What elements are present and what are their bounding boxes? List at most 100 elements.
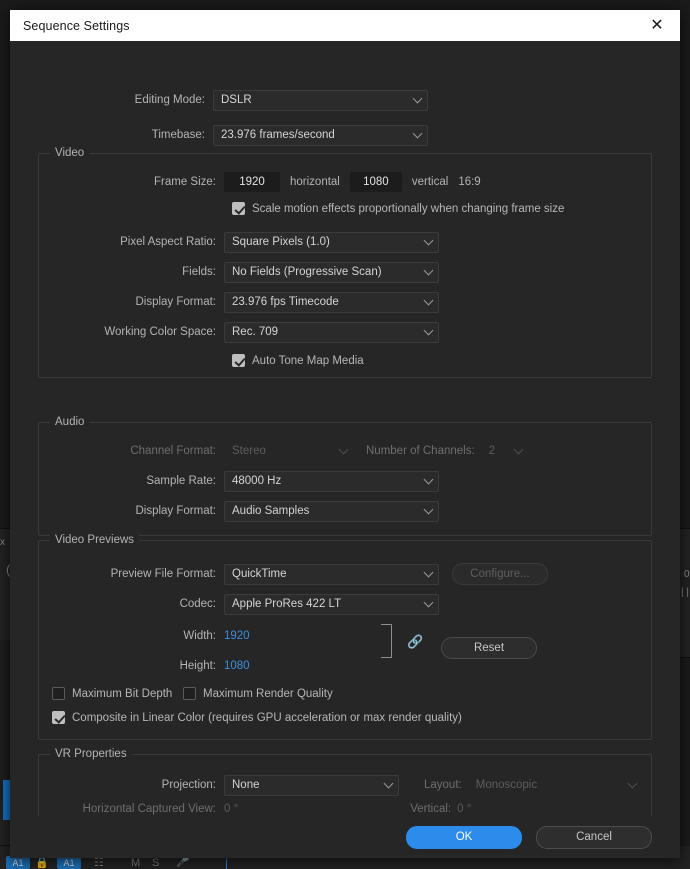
scale-motion-checkbox[interactable]: [232, 202, 245, 215]
editing-mode-label: Editing Mode:: [134, 94, 205, 106]
chevron-down-icon: [423, 325, 434, 336]
fields-select[interactable]: No Fields (Progressive Scan): [224, 261, 439, 283]
video-previews-group-legend: Video Previews: [50, 534, 140, 546]
timebase-select[interactable]: 23.976 frames/second: [213, 124, 428, 146]
timebase-row: Timebase: 23.976 frames/second: [10, 124, 680, 146]
frame-size-row: Frame Size: 1920 horizontal 1080 vertica…: [39, 172, 651, 192]
chevron-down-icon: [383, 778, 394, 789]
chain-link-icon[interactable]: 🔗: [407, 635, 423, 648]
projection-row: Projection: None Layout: Monoscopic: [39, 774, 651, 796]
bg-mic-icon: 🎤: [176, 856, 190, 868]
editing-mode-value: DSLR: [221, 94, 252, 106]
editing-mode-row: Editing Mode: DSLR: [10, 89, 680, 111]
max-render-quality-label: Maximum Render Quality: [203, 687, 333, 700]
bg-zero-glyph: 0: [684, 569, 690, 580]
close-icon[interactable]: ✕: [642, 12, 672, 40]
chevron-down-icon: [627, 778, 638, 789]
preview-file-format-value: QuickTime: [232, 568, 287, 580]
timebase-label: Timebase:: [151, 129, 205, 141]
composite-linear-label: Composite in Linear Color (requires GPU …: [72, 711, 462, 724]
pixel-aspect-ratio-label: Pixel Aspect Ratio:: [120, 236, 216, 248]
layout-label: Layout:: [424, 779, 462, 791]
working-color-space-label: Working Color Space:: [104, 326, 216, 338]
video-display-format-label: Display Format:: [135, 296, 216, 308]
channel-format-select: Stereo: [224, 441, 354, 462]
bg-close-glyph: x: [0, 537, 5, 548]
horizontal-captured-view-row: Horizontal Captured View: 0 ° Vertical: …: [39, 799, 651, 816]
video-display-format-row: Display Format: 23.976 fps Timecode: [39, 291, 651, 313]
auto-tone-map-row: Auto Tone Map Media: [232, 354, 364, 367]
horizontal-captured-view-label: Horizontal Captured View:: [82, 803, 216, 815]
sample-rate-select[interactable]: 48000 Hz: [224, 470, 439, 492]
fields-value: No Fields (Progressive Scan): [232, 266, 382, 278]
vertical-captured-label: Vertical:: [410, 803, 452, 815]
fields-label: Fields:: [182, 266, 216, 278]
chevron-down-icon: [412, 93, 423, 104]
audio-group: Audio Channel Format: Stereo Number of C…: [38, 416, 652, 536]
auto-tone-map-checkbox[interactable]: [232, 354, 245, 367]
bg-mute-icon: M: [131, 857, 141, 869]
codec-value: Apple ProRes 422 LT: [232, 598, 342, 610]
projection-select[interactable]: None: [224, 774, 399, 796]
timebase-value: 23.976 frames/second: [221, 129, 335, 141]
editing-mode-select[interactable]: DSLR: [213, 89, 428, 111]
chevron-down-icon: [412, 128, 423, 139]
audio-display-format-select[interactable]: Audio Samples: [224, 500, 439, 522]
max-bit-depth-row: Maximum Bit Depth: [52, 687, 172, 700]
chevron-down-icon: [423, 597, 434, 608]
channel-format-row: Channel Format: Stereo Number of Channel…: [39, 441, 651, 461]
vertical-label: vertical: [411, 176, 449, 188]
layout-select: Monoscopic: [468, 775, 643, 796]
chevron-down-icon: [423, 567, 434, 578]
sample-rate-row: Sample Rate: 48000 Hz: [39, 470, 651, 492]
max-render-quality-row: Maximum Render Quality: [183, 687, 333, 700]
number-of-channels-value: 2: [488, 445, 496, 457]
reset-button[interactable]: Reset: [441, 637, 537, 659]
bg-solo-icon: S: [152, 857, 160, 869]
audio-display-format-label: Display Format:: [135, 505, 216, 517]
preview-file-format-label: Preview File Format:: [110, 568, 216, 580]
preview-height-label: Height:: [179, 660, 216, 672]
configure-button: Configure...: [452, 563, 548, 585]
max-bit-depth-checkbox[interactable]: [52, 687, 65, 700]
pixel-aspect-ratio-select[interactable]: Square Pixels (1.0): [224, 231, 439, 253]
bg-lock-icon: 🔒: [35, 857, 49, 869]
video-display-format-select[interactable]: 23.976 fps Timecode: [224, 291, 439, 313]
dialog-body: Editing Mode: DSLR Timebase: 23.976 fram…: [10, 41, 680, 816]
max-bit-depth-label: Maximum Bit Depth: [72, 687, 173, 700]
chevron-down-icon: [513, 444, 524, 455]
frame-width-input[interactable]: 1920: [224, 172, 280, 192]
working-color-space-select[interactable]: Rec. 709: [224, 321, 439, 343]
fields-row: Fields: No Fields (Progressive Scan): [39, 261, 651, 283]
video-group: Video Frame Size: 1920 horizontal 1080 v…: [38, 147, 652, 378]
preview-height-value[interactable]: 1080: [224, 660, 250, 672]
codec-label: Codec:: [179, 598, 216, 610]
projection-label: Projection:: [161, 779, 216, 791]
video-display-format-value: 23.976 fps Timecode: [232, 296, 339, 308]
dialog-titlebar: Sequence Settings ✕: [10, 10, 680, 41]
frame-size-label: Frame Size:: [154, 176, 216, 188]
ok-button[interactable]: OK: [406, 825, 522, 849]
bg-timeline-icon: ☷: [94, 857, 104, 869]
working-color-space-value: Rec. 709: [232, 326, 279, 338]
bg-bars-glyph: | |: [681, 587, 689, 598]
preview-file-format-select[interactable]: QuickTime: [224, 563, 439, 585]
scale-motion-label: Scale motion effects proportionally when…: [252, 202, 565, 215]
chevron-down-icon: [423, 235, 434, 246]
channel-format-label: Channel Format:: [130, 445, 216, 457]
composite-linear-checkbox[interactable]: [52, 711, 65, 724]
preview-height-row: Height: 1080: [39, 656, 651, 676]
aspect-ratio-value: 16:9: [458, 176, 481, 188]
projection-value: None: [232, 779, 260, 791]
codec-select[interactable]: Apple ProRes 422 LT: [224, 593, 439, 615]
cancel-button[interactable]: Cancel: [536, 825, 652, 849]
max-render-quality-checkbox[interactable]: [183, 687, 196, 700]
chevron-down-icon: [423, 265, 434, 276]
sequence-settings-dialog: Sequence Settings ✕ Editing Mode: DSLR T…: [10, 10, 680, 858]
layout-value: Monoscopic: [475, 779, 538, 791]
vertical-captured-value: 0 °: [457, 803, 472, 815]
sample-rate-label: Sample Rate:: [146, 475, 216, 487]
preview-width-value[interactable]: 1920: [224, 630, 250, 642]
dialog-footer: OK Cancel: [10, 816, 680, 858]
frame-height-input[interactable]: 1080: [349, 172, 402, 192]
